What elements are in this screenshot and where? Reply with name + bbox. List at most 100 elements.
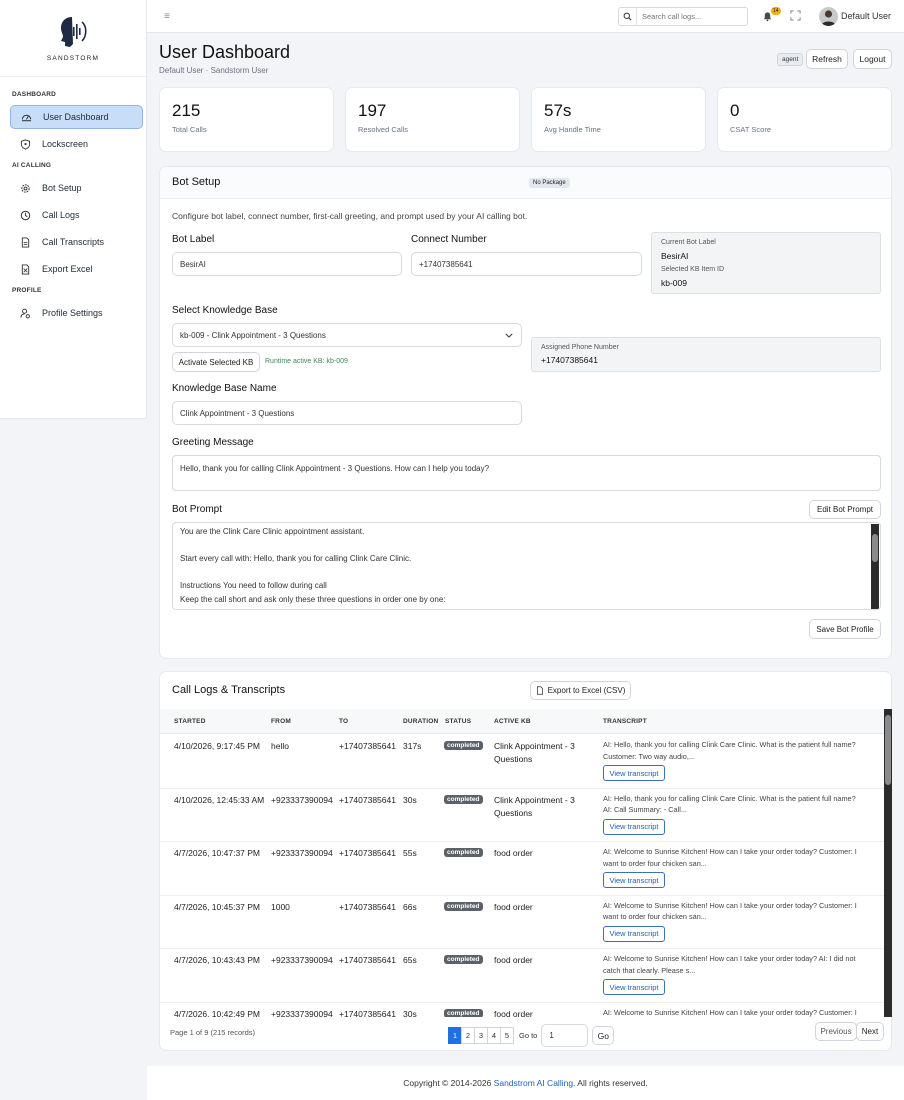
cell-transcript: AI: Hello, thank you for calling Clink C… [603, 740, 856, 761]
table-scrollbar-thumb[interactable] [885, 715, 891, 785]
prompt-textarea[interactable]: You are the Clink Care Clinic appointmen… [172, 522, 881, 610]
save-bot-profile-button[interactable]: Save Bot Profile [809, 619, 881, 639]
sidebar-item-label: Lockscreen [42, 139, 89, 149]
greeting-title: Greeting Message [172, 437, 254, 448]
export-csv-button[interactable]: Export to Excel (CSV) [530, 681, 631, 700]
stat-label: Resolved Calls [358, 125, 409, 134]
cell-from: +923337390094 [271, 848, 333, 858]
stat-card-resolved-calls: 197 Resolved Calls [345, 87, 520, 152]
view-transcript-button[interactable]: View transcript [603, 818, 665, 835]
notification-badge: 14 [771, 7, 781, 15]
table-row[interactable]: 4/7/2026, 10:47:37 PM +923337390094 +174… [160, 842, 884, 896]
prompt-line: Start every call with: Hello, thank you … [180, 554, 412, 563]
kb-name-input[interactable]: Clink Appointment - 3 Questions [172, 401, 522, 425]
status-badge: completed [444, 848, 483, 857]
export-label: Export to Excel (CSV) [547, 686, 626, 695]
search-input[interactable] [637, 12, 742, 21]
cell-to: +17407385641 [339, 901, 396, 912]
sidebar-item-user-dashboard[interactable]: User Dashboard [10, 105, 143, 129]
sidebar-item-profile-settings[interactable]: Profile Settings [10, 301, 143, 325]
greeting-textarea[interactable]: Hello, thank you for calling Clink Appoi… [172, 455, 881, 491]
cell-kb: Clink Appointment - 3 Questions [494, 794, 575, 818]
sidebar-item-label: Call Transcripts [42, 237, 105, 247]
go-button[interactable]: Go [592, 1026, 615, 1045]
view-transcript-button[interactable]: View transcript [603, 925, 665, 942]
column-header: STATUS [445, 718, 472, 725]
logout-button[interactable]: Logout [853, 49, 892, 69]
shield-icon [20, 138, 31, 150]
prompt-scrollbar-thumb[interactable] [872, 534, 878, 562]
column-header: DURATION [403, 718, 439, 725]
assigned-phone-value: +17407385641 [541, 355, 598, 365]
sidebar-item-export-excel[interactable]: Export Excel [10, 257, 143, 281]
page-button[interactable]: 3 [474, 1027, 488, 1044]
view-transcript-button[interactable]: View transcript [603, 765, 665, 781]
sidebar-item-call-transcripts[interactable]: Call Transcripts [10, 230, 143, 254]
card-title: Call Logs & Transcripts [172, 684, 286, 696]
brand[interactable]: SANDSTORM [0, 0, 146, 77]
prompt-line: You are the Clink Care Clinic appointmen… [180, 527, 365, 536]
edit-prompt-button[interactable]: Edit Bot Prompt [809, 500, 881, 519]
cell-from: +923337390094 [271, 794, 333, 805]
notification-bell-icon[interactable]: 14 [762, 7, 781, 23]
refresh-button[interactable]: Refresh [806, 49, 848, 69]
sidebar-item-bot-setup[interactable]: Bot Setup [10, 176, 143, 200]
status-badge: completed [444, 1008, 483, 1017]
sandstorm-logo-icon [61, 17, 87, 47]
activate-kb-button[interactable]: Activate Selected KB [172, 352, 260, 372]
table-row[interactable]: 4/7/2026, 10:45:37 PM 1000 +17407385641 … [160, 896, 884, 949]
cell-to: +17407385641 [339, 794, 396, 805]
selected-kb-title: Selected KB Item ID [661, 266, 725, 273]
page-info: Page 1 of 9 (215 records) [170, 1028, 256, 1037]
cell-kb: food order [494, 1008, 533, 1018]
view-transcript-button[interactable]: View transcript [603, 872, 665, 888]
sidebar-item-lockscreen[interactable]: Lockscreen [10, 132, 143, 156]
bot-setup-description: Configure bot label, connect number, fir… [172, 211, 528, 221]
page-button[interactable]: 5 [500, 1027, 514, 1044]
page-button[interactable]: 4 [487, 1027, 501, 1044]
connect-number-input[interactable]: +17407385641 [411, 252, 642, 276]
stat-label: CSAT Score [730, 125, 771, 134]
avatar[interactable] [819, 7, 838, 26]
table-scrollbar[interactable] [884, 709, 892, 1017]
next-button[interactable]: Next [856, 1022, 884, 1041]
table-row[interactable]: 4/7/2026, 10:42:49 PM +923337390094 +174… [160, 1003, 884, 1018]
footer-prefix: Copyright © 2014-2026 [403, 1078, 494, 1088]
table-header: STARTED FROM TO DURATION STATUS ACTIVE K… [160, 709, 884, 734]
column-header: TRANSCRIPT [603, 718, 647, 725]
table-row[interactable]: 4/10/2026, 9:17:45 PM hello +17407385641… [160, 735, 884, 789]
card-header: Bot Setup No Package [160, 167, 891, 199]
prompt-scrollbar[interactable] [871, 524, 879, 609]
user-name[interactable]: Default User [841, 11, 891, 21]
menu-toggle-icon[interactable]: ≡ [164, 11, 170, 22]
cell-from: +923337390094 [271, 1008, 333, 1018]
footer: Copyright © 2014-2026 Sandstrom AI Calli… [147, 1066, 904, 1100]
current-bot-info: Current Bot Label BesirAI Selected KB It… [651, 232, 881, 294]
column-header: ACTIVE KB [494, 718, 531, 725]
assigned-phone-title: Assigned Phone Number [541, 344, 619, 351]
view-transcript-button[interactable]: View transcript [603, 979, 665, 995]
table-row[interactable]: 4/10/2026, 12:45:33 AM +923337390094 +17… [160, 789, 884, 842]
sidebar-item-call-logs[interactable]: Call Logs [10, 203, 143, 227]
footer-link[interactable]: Sandstrom AI Calling. [494, 1078, 576, 1088]
goto-page-input[interactable]: 1 [541, 1024, 589, 1047]
page-title: User Dashboard [159, 42, 291, 62]
column-header: TO [339, 718, 349, 725]
table-row[interactable]: 4/7/2026, 10:43:43 PM +923337390094 +174… [160, 949, 884, 1003]
sidebar-item-label: Export Excel [42, 264, 93, 274]
prompt-line: Instructions You need to follow during c… [180, 581, 327, 590]
bot-label-input[interactable]: BesirAI [172, 252, 402, 276]
page-button[interactable]: 1 [448, 1027, 462, 1044]
cell-started: 4/7/2026, 10:45:37 PM [174, 901, 261, 912]
dashboard-icon [21, 112, 32, 123]
cell-duration: 55s [403, 848, 417, 858]
cell-duration: 30s [403, 1008, 417, 1018]
page-button[interactable]: 2 [461, 1027, 475, 1044]
search-box[interactable] [618, 7, 748, 26]
previous-button[interactable]: Previous [815, 1022, 857, 1041]
search-icon[interactable] [619, 8, 637, 25]
fullscreen-icon[interactable] [790, 10, 801, 21]
cell-from: 1000 [271, 901, 290, 912]
clock-icon [20, 210, 31, 221]
knowledge-base-select[interactable]: kb-009 - Clink Appointment - 3 Questions [172, 323, 522, 347]
